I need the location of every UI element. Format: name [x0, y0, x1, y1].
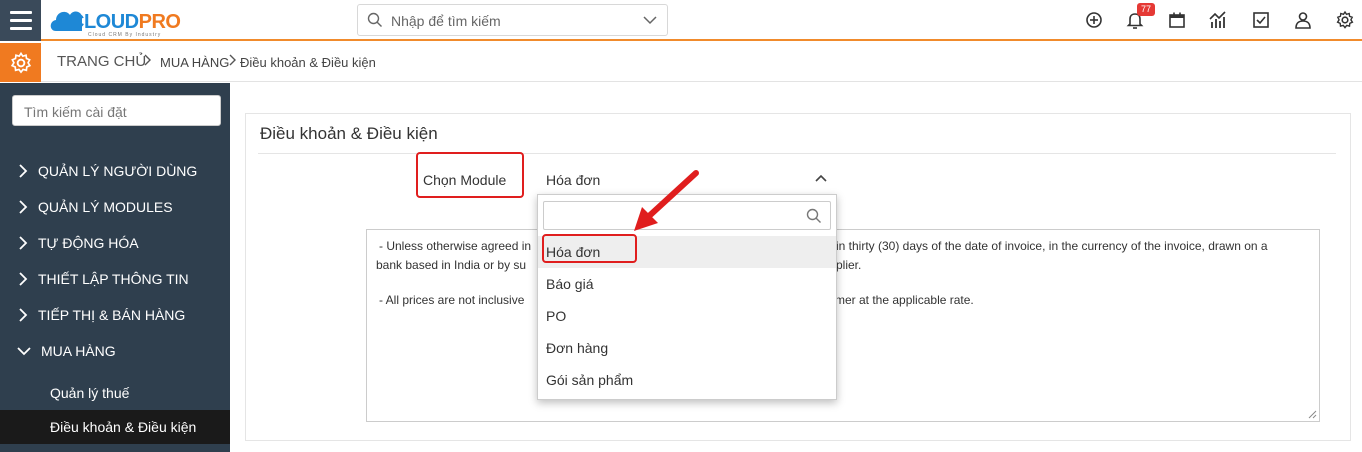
sidebar-item-label: MUA HÀNG — [41, 343, 116, 359]
chart-icon[interactable] — [1208, 10, 1228, 30]
terms-text-line: - Unless otherwise agreed in — [379, 239, 532, 253]
resize-handle-icon[interactable] — [1308, 410, 1317, 419]
dropdown-option-label: PO — [546, 308, 567, 324]
sidebar-item-marketing-sales[interactable]: TIẾP THỊ & BÁN HÀNG — [0, 300, 230, 330]
search-icon — [806, 208, 821, 223]
page-title: Điều khoản & Điều kiện — [260, 124, 438, 143]
breadcrumb-section-link[interactable]: MUA HÀNG — [160, 55, 229, 70]
dropdown-option-product-bundle[interactable]: Gói sản phẩm — [538, 364, 836, 396]
dropdown-option-order[interactable]: Đơn hàng — [538, 332, 836, 364]
logo[interactable]: CLOUDPRO Cloud CRM By Industry — [48, 3, 208, 38]
settings-search-placeholder: Tìm kiếm cài đặt — [24, 104, 127, 120]
chevron-down-icon[interactable] — [643, 15, 657, 25]
sidebar-item-label: QUẢN LÝ NGƯỜI DÙNG — [38, 163, 198, 179]
calendar-icon[interactable] — [1167, 10, 1187, 30]
global-search-input[interactable]: Nhập để tìm kiếm — [357, 4, 668, 36]
dropdown-option-quote[interactable]: Báo giá — [538, 268, 836, 300]
module-select-value: Hóa đơn — [546, 172, 601, 188]
search-icon — [367, 12, 382, 27]
chevron-up-icon — [815, 174, 827, 182]
gear-icon[interactable] — [1335, 10, 1355, 30]
chevron-right-icon — [19, 200, 28, 214]
top-bar: CLOUDPRO Cloud CRM By Industry Nhập để t… — [0, 0, 1362, 41]
sidebar-item-label: TỰ ĐỘNG HÓA — [38, 235, 139, 251]
chevron-right-icon — [19, 236, 28, 250]
sidebar-subitem-label: Điều khoản & Điều kiện — [50, 419, 197, 435]
notification-badge: 77 — [1137, 3, 1156, 16]
sidebar-subitem-label: Quản lý thuế — [50, 385, 130, 401]
chevron-down-icon — [17, 347, 31, 356]
chevron-right-icon — [19, 272, 28, 286]
dropdown-option-label: Gói sản phẩm — [546, 372, 634, 388]
dropdown-option-po[interactable]: PO — [538, 300, 836, 332]
sidebar-item-modules[interactable]: QUẢN LÝ MODULES — [0, 192, 230, 222]
sidebar-item-purchasing[interactable]: MUA HÀNG — [0, 336, 230, 366]
dropdown-option-label: Đơn hàng — [546, 340, 609, 356]
terms-text-line: - All prices are not inclusive — [379, 293, 525, 307]
dropdown-option-label: Báo giá — [546, 276, 594, 292]
sidebar-item-label: THIẾT LẬP THÔNG TIN — [38, 271, 189, 287]
sidebar-item-automation[interactable]: TỰ ĐỘNG HÓA — [0, 228, 230, 258]
sidebar-item-user-management[interactable]: QUẢN LÝ NGƯỜI DÙNG — [0, 156, 230, 186]
terms-text-line: plier. — [836, 258, 862, 272]
chevron-right-icon — [229, 54, 236, 66]
plus-circle-icon[interactable] — [1084, 10, 1104, 30]
terms-text-line: tomer at the applicable rate. — [825, 293, 974, 307]
user-icon[interactable] — [1293, 10, 1313, 30]
terms-text-line: in thirty (30) days of the date of invoi… — [836, 239, 1268, 253]
sidebar-item-label: QUẢN LÝ MODULES — [38, 199, 173, 215]
menu-icon[interactable] — [0, 0, 41, 41]
logo-tagline: Cloud CRM By Industry — [88, 32, 162, 38]
gear-icon — [10, 51, 31, 73]
terms-text-line: bank based in India or by su — [376, 258, 527, 272]
settings-button[interactable] — [0, 43, 41, 82]
sidebar-item-label: TIẾP THỊ & BÁN HÀNG — [38, 307, 186, 323]
chevron-right-icon — [19, 164, 28, 178]
chevron-right-icon — [144, 54, 151, 66]
annotation-arrow-icon — [634, 170, 699, 231]
checkbox-icon[interactable] — [1251, 10, 1271, 30]
breadcrumb-home-link[interactable]: TRANG CHỦ — [57, 53, 146, 70]
sidebar-subitem-terms[interactable]: Điều khoản & Điều kiện — [0, 410, 230, 444]
breadcrumb-current: Điều khoản & Điều kiện — [240, 55, 376, 70]
logo-brand-part1: CLOUD — [70, 11, 139, 33]
chevron-right-icon — [19, 308, 28, 322]
settings-sidebar: Tìm kiếm cài đặt QUẢN LÝ NGƯỜI DÙNG QUẢN… — [0, 83, 230, 452]
sidebar-item-info-setup[interactable]: THIẾT LẬP THÔNG TIN — [0, 264, 230, 294]
logo-text: CLOUDPRO — [70, 11, 181, 34]
search-placeholder: Nhập để tìm kiếm — [391, 13, 501, 29]
breadcrumb: TRANG CHỦ MUA HÀNG Điều khoản & Điều kiệ… — [0, 43, 1362, 82]
sidebar-subitem-tax[interactable]: Quản lý thuế — [0, 376, 230, 410]
logo-brand-part2: PRO — [138, 11, 181, 33]
terms-textarea[interactable]: - Unless otherwise agreed in in thirty (… — [366, 229, 1320, 422]
settings-search-input[interactable]: Tìm kiếm cài đặt — [12, 95, 221, 126]
highlight-box-module-label — [416, 152, 524, 198]
